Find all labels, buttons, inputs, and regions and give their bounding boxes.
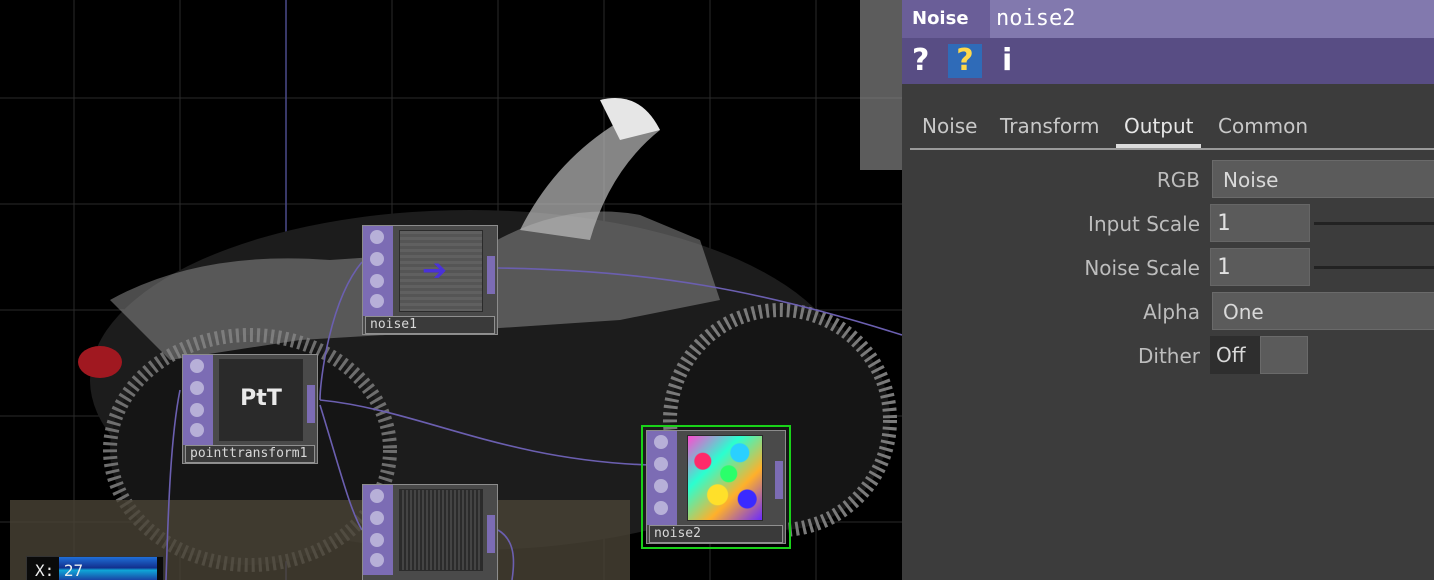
info-icon[interactable]: i: [1002, 44, 1012, 78]
param-row-rgb: RGB Noise: [902, 160, 1434, 200]
dither-label: Dither: [1137, 344, 1200, 368]
input-scale-label: Input Scale: [1088, 212, 1200, 236]
operator-pointtransform1[interactable]: PtT pointtransform1: [182, 354, 318, 464]
parameter-page-tabs: Noise Transform Output Common: [910, 108, 1434, 150]
operator-type-label: Noise: [912, 8, 969, 29]
network-editor[interactable]: ➔ noise1 PtT pointtransform1 noise2 X: 2…: [0, 0, 902, 580]
param-row-input-scale: Input Scale 1: [902, 204, 1434, 244]
alpha-label: Alpha: [1143, 300, 1200, 324]
tab-output[interactable]: Output: [1115, 114, 1203, 148]
input-scale-slider[interactable]: [1314, 222, 1434, 225]
param-row-noise-scale: Noise Scale 1: [902, 248, 1434, 288]
alpha-menu[interactable]: One: [1212, 292, 1434, 330]
operator-name-label[interactable]: pointtransform1: [185, 445, 315, 463]
output-connector[interactable]: [775, 461, 783, 499]
operator-noise2[interactable]: noise2: [641, 425, 791, 549]
tab-noise[interactable]: Noise: [922, 114, 977, 138]
dither-toggle[interactable]: [1260, 336, 1308, 374]
arrow-right-icon: ➔: [422, 253, 448, 288]
coordinate-readout: X: 27: [26, 556, 164, 580]
input-connector-strip[interactable]: [647, 431, 677, 525]
operator-partial[interactable]: [362, 484, 498, 580]
dither-toggle-state[interactable]: Off: [1210, 336, 1260, 374]
input-connector-strip[interactable]: [363, 226, 393, 316]
output-connector[interactable]: [487, 515, 495, 553]
python-help-icon[interactable]: ?: [948, 44, 982, 78]
noise2-viewer: [687, 435, 763, 521]
noise1-viewer: ➔: [399, 230, 483, 312]
output-connector[interactable]: [487, 256, 495, 294]
noise-scale-label: Noise Scale: [1084, 256, 1200, 280]
parameter-toolbar: ? ? i: [902, 38, 1434, 84]
operator-name-label[interactable]: noise2: [649, 525, 783, 543]
help-icon[interactable]: ?: [912, 44, 929, 78]
noise-scale-field[interactable]: 1: [1210, 248, 1310, 286]
parameter-header: Noise noise2: [902, 0, 1434, 38]
parameter-panel: Noise noise2 ? ? i Noise Transform Outpu…: [902, 0, 1434, 580]
pointtransform1-viewer: PtT: [219, 359, 303, 441]
operator-viewer: [399, 489, 483, 571]
output-connector[interactable]: [307, 385, 315, 423]
operator-name-label[interactable]: noise1: [365, 316, 495, 334]
noise-scale-slider[interactable]: [1314, 266, 1434, 269]
operator-name-field[interactable]: noise2: [990, 0, 1434, 38]
input-connector-strip[interactable]: [183, 355, 213, 445]
operator-noise1[interactable]: ➔ noise1: [362, 225, 498, 335]
input-connector-strip[interactable]: [363, 485, 393, 575]
param-row-alpha: Alpha One: [902, 292, 1434, 332]
coordinate-text: X: 27: [35, 561, 84, 580]
input-scale-field[interactable]: 1: [1210, 204, 1310, 242]
tab-transform[interactable]: Transform: [1000, 114, 1099, 138]
tab-common[interactable]: Common: [1218, 114, 1308, 138]
operator-type-badge: PtT: [240, 386, 282, 411]
rgb-label: RGB: [1156, 168, 1200, 192]
rgb-menu[interactable]: Noise: [1212, 160, 1434, 198]
param-row-dither: Dither Off: [902, 336, 1434, 376]
